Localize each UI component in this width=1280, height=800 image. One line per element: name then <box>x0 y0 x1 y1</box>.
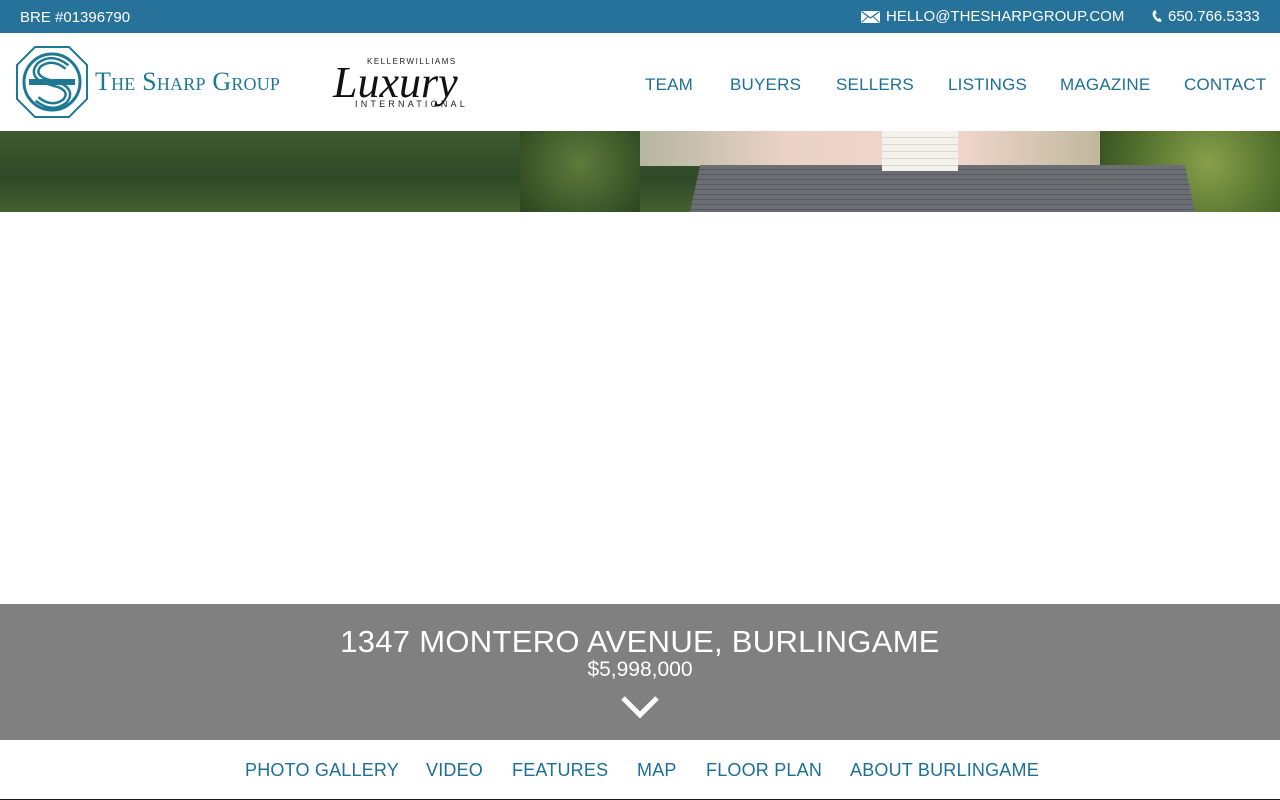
hero-sky <box>560 131 1120 166</box>
nav-item-listings[interactable]: LISTINGS <box>948 75 1027 95</box>
listing-address: 1347 MONTERO AVENUE, BURLINGAME <box>340 624 940 659</box>
subnav-item-features[interactable]: FEATURES <box>512 760 608 781</box>
subnav-item-map[interactable]: MAP <box>637 760 677 781</box>
main-nav: TEAM BUYERS SELLERS LISTINGS MAGAZINE CO… <box>0 75 1280 95</box>
subnav-item-about-burlingame[interactable]: ABOUT BURLINGAME <box>850 760 1039 781</box>
email-text: HELLO@THESHARPGROUP.COM <box>886 8 1125 25</box>
license-number: BRE #01396790 <box>20 9 131 26</box>
hero-tree <box>520 131 640 212</box>
subnav-item-photo-gallery[interactable]: PHOTO GALLERY <box>245 760 399 781</box>
phone-text: 650.766.5333 <box>1168 8 1260 25</box>
hero-chimney <box>882 131 958 171</box>
email-link[interactable]: HELLO@THESHARPGROUP.COM <box>861 8 1124 25</box>
listing-price: $5,998,000 <box>587 658 693 681</box>
subnav-item-video[interactable]: VIDEO <box>426 760 483 781</box>
envelope-icon <box>861 10 880 23</box>
site-header: The Sharp Group KELLERWILLIAMS Luxury IN… <box>0 33 1280 131</box>
nav-item-team[interactable]: TEAM <box>645 75 693 95</box>
listing-subnav: PHOTO GALLERY VIDEO FEATURES MAP FLOOR P… <box>0 740 1280 800</box>
hero-blank-area <box>0 212 1280 604</box>
top-bar: BRE #01396790 HELLO@THESHARPGROUP.COM 65… <box>0 0 1280 33</box>
listing-banner: 1347 MONTERO AVENUE, BURLINGAME $5,998,0… <box>0 604 1280 740</box>
nav-item-magazine[interactable]: MAGAZINE <box>1060 75 1150 95</box>
phone-icon <box>1152 10 1162 23</box>
chevron-down-icon[interactable] <box>620 694 660 720</box>
phone-link[interactable]: 650.766.5333 <box>1152 8 1260 25</box>
subnav-item-floor-plan[interactable]: FLOOR PLAN <box>706 760 822 781</box>
hero-roof <box>690 165 1195 212</box>
nav-item-buyers[interactable]: BUYERS <box>730 75 801 95</box>
hero-image <box>0 131 1280 212</box>
nav-item-sellers[interactable]: SELLERS <box>836 75 914 95</box>
nav-item-contact[interactable]: CONTACT <box>1184 75 1266 95</box>
kw-logo-bottom: INTERNATIONAL <box>355 99 468 109</box>
